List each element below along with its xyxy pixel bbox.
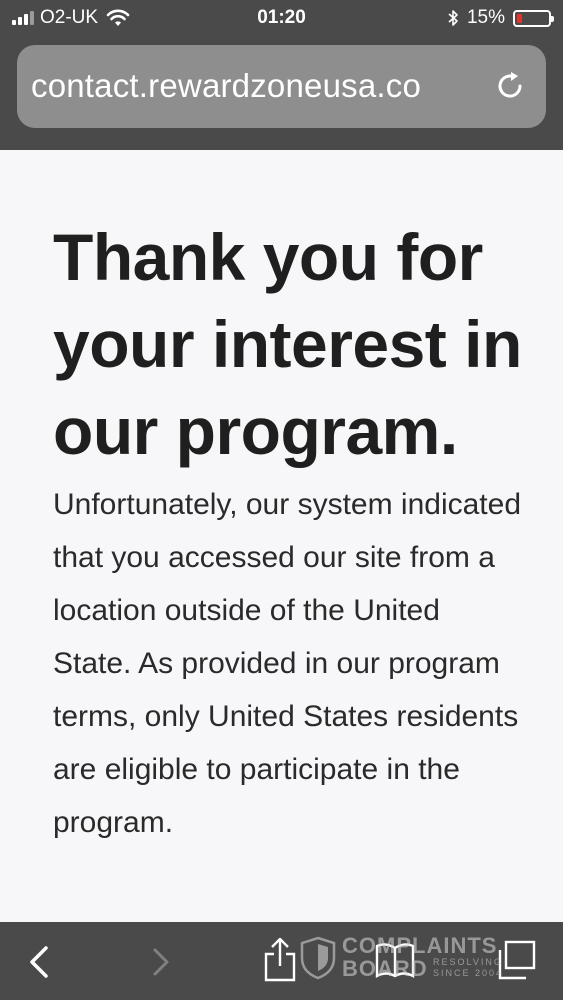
battery-icon <box>513 9 554 27</box>
bluetooth-icon <box>448 10 458 26</box>
reload-icon[interactable] <box>494 70 526 102</box>
page-content: Thank you for your interest in our progr… <box>0 150 563 922</box>
back-icon[interactable] <box>24 944 54 980</box>
status-bar: O2-UK 01:20 15% <box>0 0 563 36</box>
watermark-tagline: RESOLVING SINCE 2004 <box>433 957 523 979</box>
battery-level-fill <box>517 13 522 23</box>
battery-percent: 15% <box>466 7 505 28</box>
watermark-shield-logo <box>300 936 336 980</box>
watermark-tag-line2: SINCE 2004 <box>433 968 504 978</box>
browser-top-chrome: O2-UK 01:20 15% contact.rewardzoneusa.co <box>0 0 563 150</box>
page-heading: Thank you for your interest in our progr… <box>53 220 522 468</box>
forward-icon[interactable] <box>148 946 174 978</box>
page-message: Unfortunately, our system indicated that… <box>53 488 522 839</box>
url-fade <box>437 45 497 128</box>
watermark: COMPLAINTS BOARD RESOLVING SINCE 2004 <box>300 934 530 994</box>
watermark-title-line1: COMPLAINTS <box>342 933 498 958</box>
address-bar[interactable]: contact.rewardzoneusa.co <box>17 45 546 128</box>
url-text[interactable]: contact.rewardzoneusa.co <box>31 67 479 105</box>
share-icon[interactable] <box>262 936 298 982</box>
watermark-tag-line1: RESOLVING <box>433 957 503 967</box>
status-right: 15% <box>447 7 554 29</box>
browser-toolbar: COMPLAINTS BOARD RESOLVING SINCE 2004 <box>0 922 563 1000</box>
